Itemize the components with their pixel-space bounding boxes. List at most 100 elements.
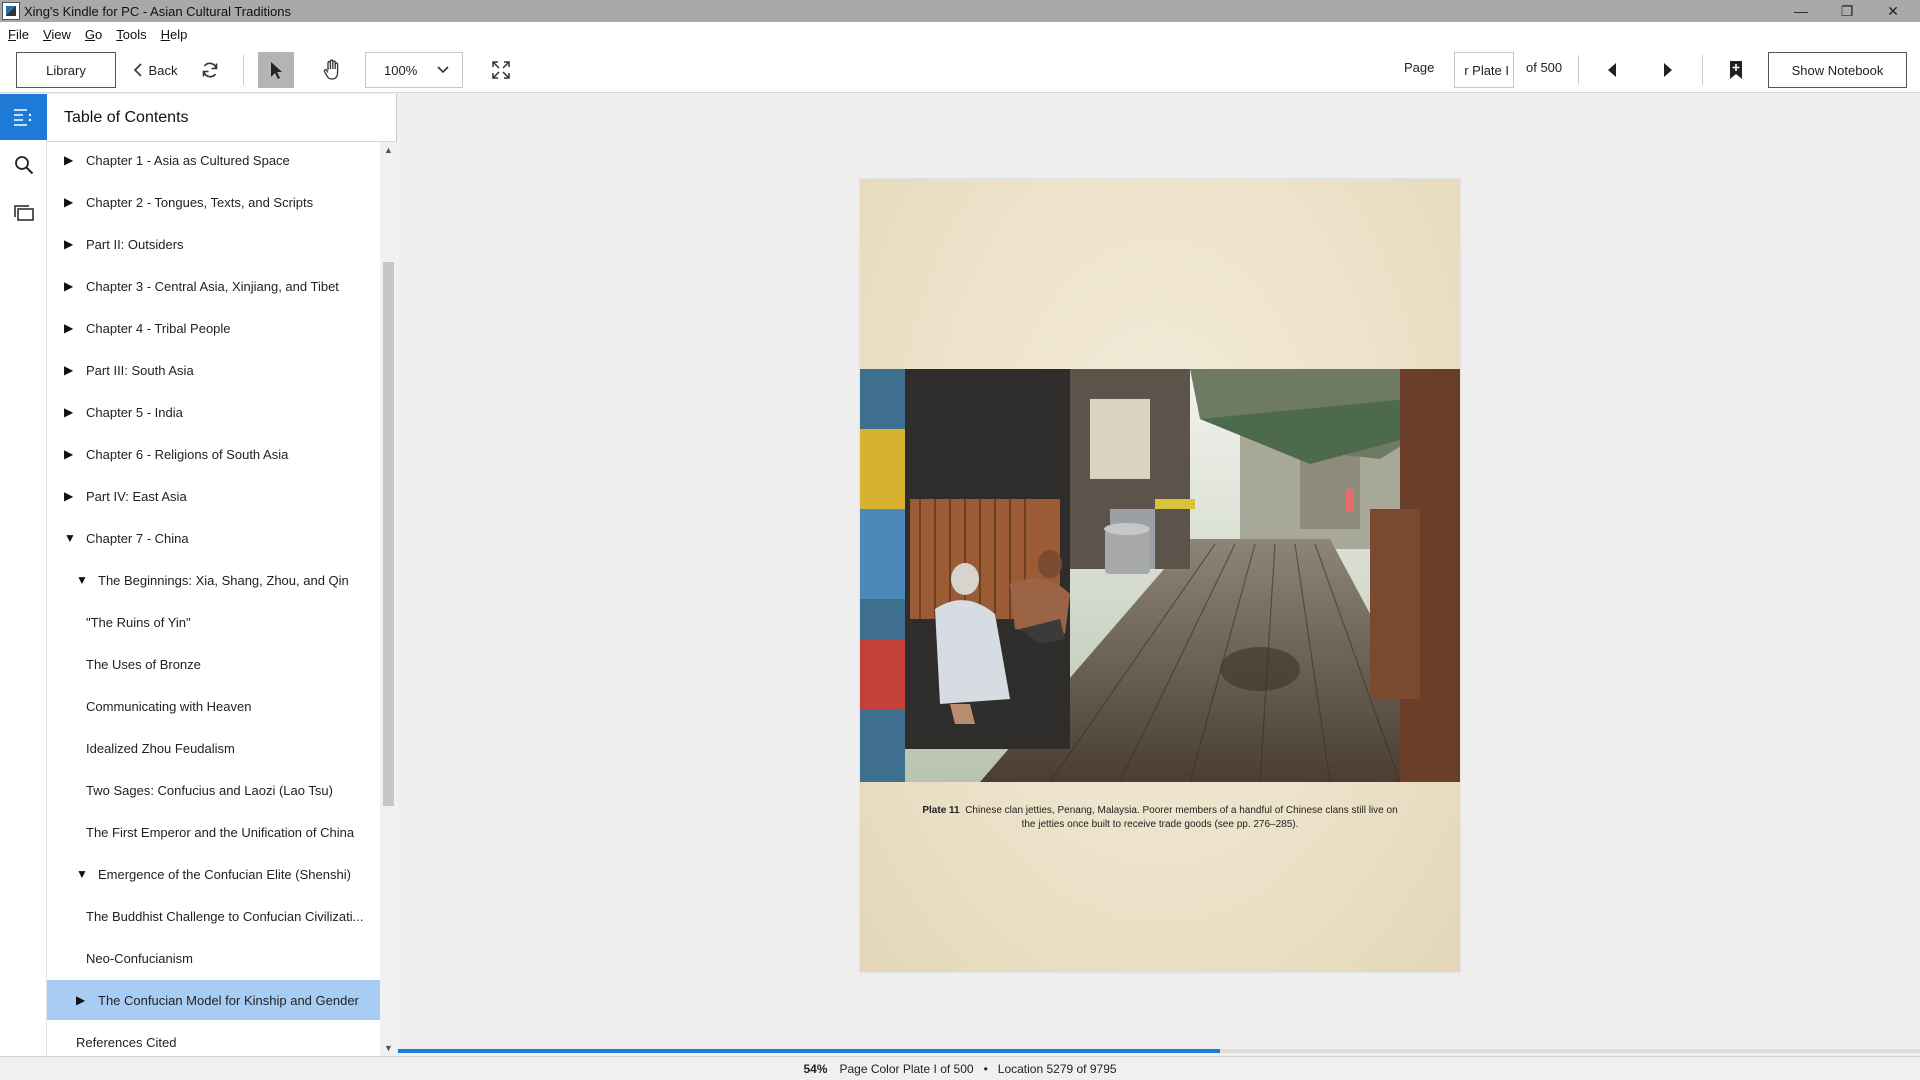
- toc-item-label: Chapter 5 - India: [86, 404, 183, 420]
- book-page: Plate 11 Chinese clan jetties, Penang, M…: [860, 179, 1460, 972]
- toc-item-label: Chapter 4 - Tribal People: [86, 320, 231, 336]
- scroll-down-icon[interactable]: ▼: [380, 1040, 397, 1056]
- menu-file[interactable]: File: [8, 27, 29, 42]
- toc-list[interactable]: ▶ Chapter 1 - Asia as Cultured Space ▶ Chap…: [47, 142, 380, 1056]
- status-bar: 54% Page Color Plate I of 500 • Location…: [0, 1056, 1920, 1080]
- menu-help[interactable]: Help: [161, 27, 188, 42]
- table-of-contents-panel: Table of Contents ▶ Chapter 1 - Asia as C…: [47, 94, 397, 1056]
- menu-tools[interactable]: Tools: [116, 27, 146, 42]
- page-number-input[interactable]: r Plate I: [1454, 52, 1514, 88]
- toc-item[interactable]: The First Emperor and the Unification of…: [47, 812, 380, 852]
- collapsed-arrow-icon[interactable]: ▶: [64, 447, 76, 461]
- scrollbar-thumb[interactable]: [383, 262, 394, 806]
- collapsed-arrow-icon[interactable]: ▶: [64, 405, 76, 419]
- toc-item[interactable]: References Cited: [47, 1022, 380, 1056]
- toc-item[interactable]: ▼ Emergence of the Confucian Elite (Shens…: [47, 854, 380, 894]
- collapsed-arrow-icon[interactable]: ▶: [76, 993, 88, 1007]
- toc-item[interactable]: "The Ruins of Yin": [47, 602, 380, 642]
- restore-icon[interactable]: ❐: [1824, 0, 1870, 22]
- zoom-value: 100%: [384, 62, 418, 78]
- toc-item[interactable]: ▶ Chapter 3 - Central Asia, Xinjiang, and…: [47, 266, 380, 306]
- toolbar-divider: [243, 55, 244, 85]
- sync-icon: [202, 62, 218, 78]
- collapsed-arrow-icon[interactable]: ▶: [64, 279, 76, 293]
- table-of-contents-toggle[interactable]: [0, 94, 47, 140]
- toc-item-label: Chapter 2 - Tongues, Texts, and Scripts: [86, 194, 314, 210]
- flashcards-button[interactable]: [0, 190, 47, 236]
- bookmark-button[interactable]: [1720, 52, 1752, 88]
- search-icon: [14, 156, 33, 175]
- chevron-down-icon: [437, 66, 449, 74]
- collapsed-arrow-icon[interactable]: ▶: [64, 237, 76, 251]
- toc-item[interactable]: Communicating with Heaven: [47, 686, 380, 726]
- toc-item-label: The Buddhist Challenge to Confucian Civi…: [86, 908, 364, 924]
- next-page-button[interactable]: [1652, 52, 1684, 88]
- show-notebook-label: Show Notebook: [1791, 62, 1884, 78]
- select-tool-button[interactable]: [258, 52, 294, 88]
- menu-view[interactable]: View: [43, 27, 71, 42]
- menu-bar: File View Go Tools Help: [0, 22, 1920, 47]
- collapsed-arrow-icon[interactable]: ▶: [64, 489, 76, 503]
- show-notebook-button[interactable]: Show Notebook: [1768, 52, 1907, 88]
- triangle-left-icon: [1608, 63, 1616, 77]
- fullscreen-button[interactable]: [483, 52, 519, 88]
- toc-item[interactable]: ▶ Part II: Outsiders: [47, 224, 380, 264]
- library-button[interactable]: Library: [16, 52, 116, 88]
- toc-item-label: Neo-Confucianism: [86, 950, 193, 966]
- page-color-info: Page Color Plate I of 500: [839, 1061, 974, 1076]
- toc-item[interactable]: The Buddhist Challenge to Confucian Civi…: [47, 896, 380, 936]
- toolbar: Library Back 100% Page r Plate I of 500 …: [0, 47, 1920, 93]
- collapsed-arrow-icon[interactable]: ▶: [64, 195, 76, 209]
- toc-item[interactable]: ▼ Chapter 7 - China: [47, 518, 380, 558]
- toc-item-label: The Confucian Model for Kinship and Gend…: [98, 992, 359, 1008]
- toc-item[interactable]: The Uses of Bronze: [47, 644, 380, 684]
- toc-item-label: "The Ruins of Yin": [86, 614, 191, 630]
- location-info: Location 5279 of 9795: [997, 1061, 1117, 1076]
- toc-scrollbar[interactable]: ▲ ▼: [380, 142, 397, 1056]
- toc-item[interactable]: Neo-Confucianism: [47, 938, 380, 978]
- title-bar: Xing's Kindle for PC - Asian Cultural Tr…: [0, 0, 1920, 22]
- collapsed-arrow-icon[interactable]: ▶: [64, 321, 76, 335]
- reading-progress-bar: [398, 1049, 1220, 1053]
- toc-item-label: The Beginnings: Xia, Shang, Zhou, and Qi…: [98, 572, 349, 588]
- previous-page-button[interactable]: [1596, 52, 1628, 88]
- toc-item[interactable]: ▶ Chapter 6 - Religions of South Asia: [47, 434, 380, 474]
- zoom-dropdown[interactable]: 100%: [365, 52, 463, 88]
- toc-item[interactable]: ▶ The Confucian Model for Kinship and Gen…: [47, 980, 380, 1020]
- expanded-arrow-icon[interactable]: ▼: [64, 531, 76, 545]
- caption-label: Plate 11: [922, 805, 960, 816]
- toc-item[interactable]: ▼ The Beginnings: Xia, Shang, Zhou, and Q…: [47, 560, 380, 600]
- toc-title: Table of Contents: [47, 94, 396, 142]
- hand-tool-button[interactable]: [314, 52, 350, 88]
- toc-item[interactable]: ▶ Part IV: East Asia: [47, 476, 380, 516]
- triangle-right-icon: [1664, 63, 1672, 77]
- minimize-icon[interactable]: —: [1778, 0, 1824, 22]
- close-icon[interactable]: ✕: [1870, 0, 1916, 22]
- page-total: of 500: [1526, 60, 1563, 75]
- reading-pane[interactable]: Plate 11 Chinese clan jetties, Penang, M…: [398, 94, 1920, 1056]
- toc-item[interactable]: Two Sages: Confucius and Laozi (Lao Tsu): [47, 770, 380, 810]
- expanded-arrow-icon[interactable]: ▼: [76, 573, 88, 587]
- hand-icon: [323, 59, 339, 80]
- collapsed-arrow-icon[interactable]: ▶: [64, 153, 76, 167]
- toc-item-label: Communicating with Heaven: [86, 698, 252, 714]
- toc-item[interactable]: ▶ Chapter 5 - India: [47, 392, 380, 432]
- menu-go[interactable]: Go: [85, 27, 102, 42]
- collapsed-arrow-icon[interactable]: ▶: [64, 363, 76, 377]
- toc-item[interactable]: ▶ Chapter 2 - Tongues, Texts, and Scripts: [47, 182, 380, 222]
- toc-item-label: Chapter 1 - Asia as Cultured Space: [86, 152, 290, 168]
- toc-item[interactable]: ▶ Chapter 4 - Tribal People: [47, 308, 380, 348]
- toc-item[interactable]: ▶ Part III: South Asia: [47, 350, 380, 390]
- sync-button[interactable]: [196, 53, 224, 87]
- jetty-photo-image: [860, 369, 1460, 782]
- toc-item-label: Idealized Zhou Feudalism: [86, 740, 235, 756]
- toc-item-label: Emergence of the Confucian Elite (Shensh…: [98, 866, 351, 882]
- caption-text: Chinese clan jetties, Penang, Malaysia. …: [965, 805, 1398, 830]
- toc-item[interactable]: Idealized Zhou Feudalism: [47, 728, 380, 768]
- search-button[interactable]: [0, 142, 47, 188]
- toc-item[interactable]: ▶ Chapter 1 - Asia as Cultured Space: [47, 142, 380, 180]
- expanded-arrow-icon[interactable]: ▼: [76, 867, 88, 881]
- back-button-label: Back: [148, 62, 178, 78]
- back-button[interactable]: Back: [130, 53, 180, 87]
- scroll-up-icon[interactable]: ▲: [380, 142, 397, 158]
